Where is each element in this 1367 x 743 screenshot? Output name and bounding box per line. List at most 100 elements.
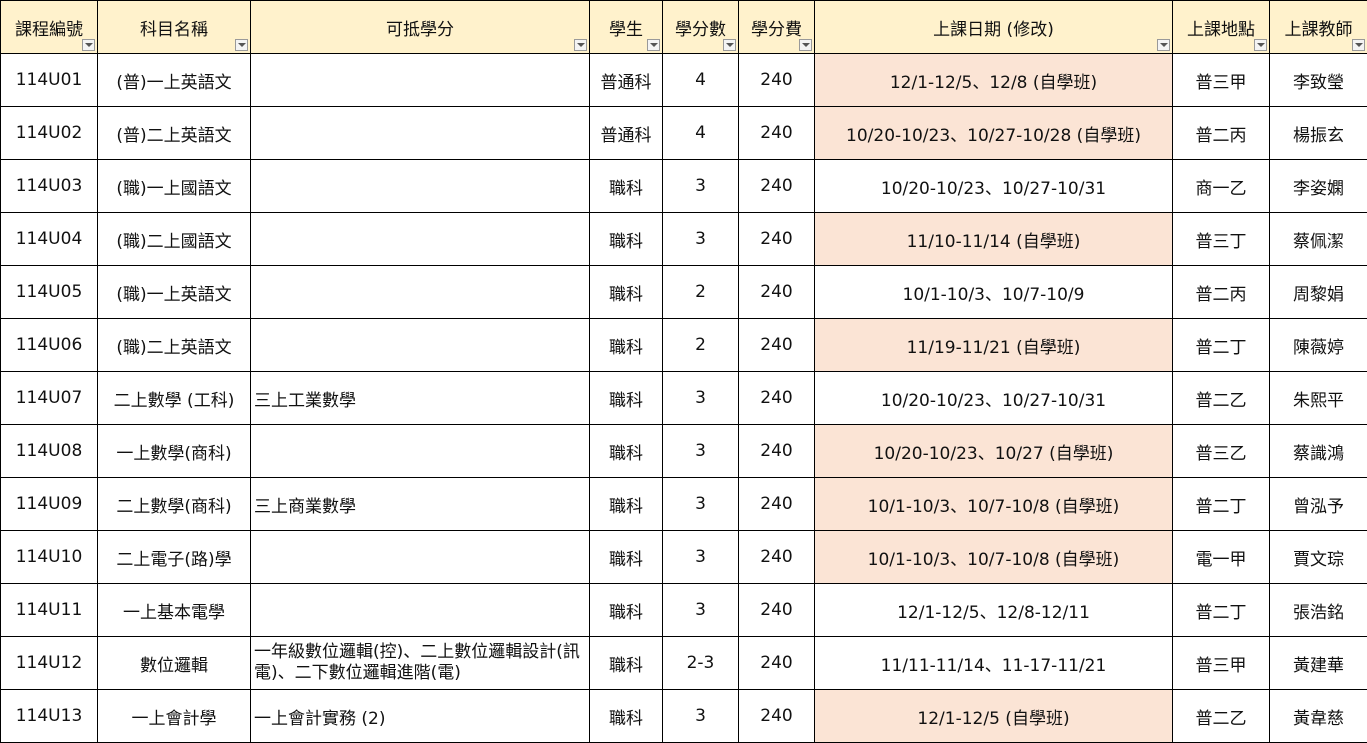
location-cell[interactable]: 普二丁 [1173,584,1270,637]
fee-cell[interactable]: 240 [739,213,815,266]
teacher-cell[interactable]: 李致瑩 [1270,54,1367,107]
location-cell[interactable]: 普三乙 [1173,425,1270,478]
dates-cell[interactable]: 10/20-10/23、10/27-10/31 [815,372,1173,425]
credit-transfer-cell[interactable] [251,266,590,319]
subject-cell[interactable]: 二上數學(商科) [98,478,251,531]
filter-dropdown-icon[interactable] [574,39,587,51]
credits-cell[interactable]: 4 [663,54,739,107]
location-cell[interactable]: 普二乙 [1173,372,1270,425]
subject-cell[interactable]: (普)二上英語文 [98,107,251,160]
dates-cell[interactable]: 12/1-12/5、12/8 (自學班) [815,54,1173,107]
teacher-cell[interactable]: 朱熙平 [1270,372,1367,425]
teacher-cell[interactable]: 黃建華 [1270,637,1367,690]
subject-cell[interactable]: 數位邏輯 [98,637,251,690]
dates-cell[interactable]: 10/20-10/23、10/27 (自學班) [815,425,1173,478]
subject-cell[interactable]: (職)二上英語文 [98,319,251,372]
dates-cell[interactable]: 10/1-10/3、10/7-10/9 [815,266,1173,319]
location-cell[interactable]: 普二丙 [1173,107,1270,160]
credits-cell[interactable]: 2-3 [663,637,739,690]
fee-cell[interactable]: 240 [739,637,815,690]
fee-cell[interactable]: 240 [739,54,815,107]
student-type-cell[interactable]: 職科 [590,478,663,531]
credits-cell[interactable]: 3 [663,478,739,531]
student-type-cell[interactable]: 職科 [590,266,663,319]
course-code-cell[interactable]: 114U04 [1,213,98,266]
fee-cell[interactable]: 240 [739,690,815,743]
course-code-cell[interactable]: 114U12 [1,637,98,690]
credits-cell[interactable]: 2 [663,266,739,319]
filter-dropdown-icon[interactable] [82,39,95,51]
location-cell[interactable]: 普三甲 [1173,637,1270,690]
subject-cell[interactable]: (職)一上英語文 [98,266,251,319]
credits-cell[interactable]: 3 [663,160,739,213]
subject-cell[interactable]: 二上電子(路)學 [98,531,251,584]
credit-transfer-cell[interactable]: 三上商業數學 [251,478,590,531]
course-code-cell[interactable]: 114U13 [1,690,98,743]
credit-transfer-cell[interactable] [251,160,590,213]
fee-cell[interactable]: 240 [739,266,815,319]
subject-cell[interactable]: (職)二上國語文 [98,213,251,266]
credit-transfer-cell[interactable] [251,107,590,160]
dates-cell[interactable]: 11/10-11/14 (自學班) [815,213,1173,266]
student-type-cell[interactable]: 職科 [590,425,663,478]
location-cell[interactable]: 商一乙 [1173,160,1270,213]
subject-cell[interactable]: (職)一上國語文 [98,160,251,213]
dates-cell[interactable]: 10/20-10/23、10/27-10/28 (自學班) [815,107,1173,160]
fee-cell[interactable]: 240 [739,319,815,372]
student-type-cell[interactable]: 普通科 [590,54,663,107]
credits-cell[interactable]: 3 [663,213,739,266]
credit-transfer-cell[interactable]: 一年級數位邏輯(控)、二上數位邏輯設計(訊電)、二下數位邏輯進階(電) [251,637,590,690]
credits-cell[interactable]: 3 [663,372,739,425]
credits-cell[interactable]: 4 [663,107,739,160]
fee-cell[interactable]: 240 [739,425,815,478]
filter-dropdown-icon[interactable] [1157,39,1170,51]
filter-dropdown-icon[interactable] [723,39,736,51]
teacher-cell[interactable]: 黃韋慈 [1270,690,1367,743]
credits-cell[interactable]: 3 [663,531,739,584]
course-code-cell[interactable]: 114U08 [1,425,98,478]
credit-transfer-cell[interactable]: 一上會計實務 (2) [251,690,590,743]
location-cell[interactable]: 普二乙 [1173,690,1270,743]
course-code-cell[interactable]: 114U03 [1,160,98,213]
credits-cell[interactable]: 3 [663,425,739,478]
dates-cell[interactable]: 12/1-12/5、12/8-12/11 [815,584,1173,637]
credit-transfer-cell[interactable] [251,319,590,372]
filter-dropdown-icon[interactable] [799,39,812,51]
location-cell[interactable]: 普二丙 [1173,266,1270,319]
student-type-cell[interactable]: 職科 [590,531,663,584]
filter-dropdown-icon[interactable] [1352,39,1365,51]
teacher-cell[interactable]: 楊振玄 [1270,107,1367,160]
subject-cell[interactable]: 二上數學 (工科) [98,372,251,425]
fee-cell[interactable]: 240 [739,584,815,637]
credit-transfer-cell[interactable] [251,425,590,478]
subject-cell[interactable]: (普)一上英語文 [98,54,251,107]
course-code-cell[interactable]: 114U07 [1,372,98,425]
course-code-cell[interactable]: 114U11 [1,584,98,637]
fee-cell[interactable]: 240 [739,531,815,584]
location-cell[interactable]: 普二丁 [1173,478,1270,531]
teacher-cell[interactable]: 陳薇婷 [1270,319,1367,372]
credit-transfer-cell[interactable] [251,213,590,266]
filter-dropdown-icon[interactable] [235,39,248,51]
student-type-cell[interactable]: 職科 [590,584,663,637]
teacher-cell[interactable]: 蔡識鴻 [1270,425,1367,478]
subject-cell[interactable]: 一上數學(商科) [98,425,251,478]
credit-transfer-cell[interactable] [251,531,590,584]
credit-transfer-cell[interactable]: 三上工業數學 [251,372,590,425]
course-code-cell[interactable]: 114U01 [1,54,98,107]
subject-cell[interactable]: 一上會計學 [98,690,251,743]
teacher-cell[interactable]: 周黎娟 [1270,266,1367,319]
location-cell[interactable]: 普三丁 [1173,213,1270,266]
dates-cell[interactable]: 11/11-11/14、11-17-11/21 [815,637,1173,690]
location-cell[interactable]: 普二丁 [1173,319,1270,372]
location-cell[interactable]: 電一甲 [1173,531,1270,584]
student-type-cell[interactable]: 職科 [590,372,663,425]
fee-cell[interactable]: 240 [739,478,815,531]
course-code-cell[interactable]: 114U02 [1,107,98,160]
teacher-cell[interactable]: 張浩銘 [1270,584,1367,637]
teacher-cell[interactable]: 曾泓予 [1270,478,1367,531]
credits-cell[interactable]: 3 [663,690,739,743]
course-code-cell[interactable]: 114U05 [1,266,98,319]
student-type-cell[interactable]: 普通科 [590,107,663,160]
teacher-cell[interactable]: 賈文琮 [1270,531,1367,584]
